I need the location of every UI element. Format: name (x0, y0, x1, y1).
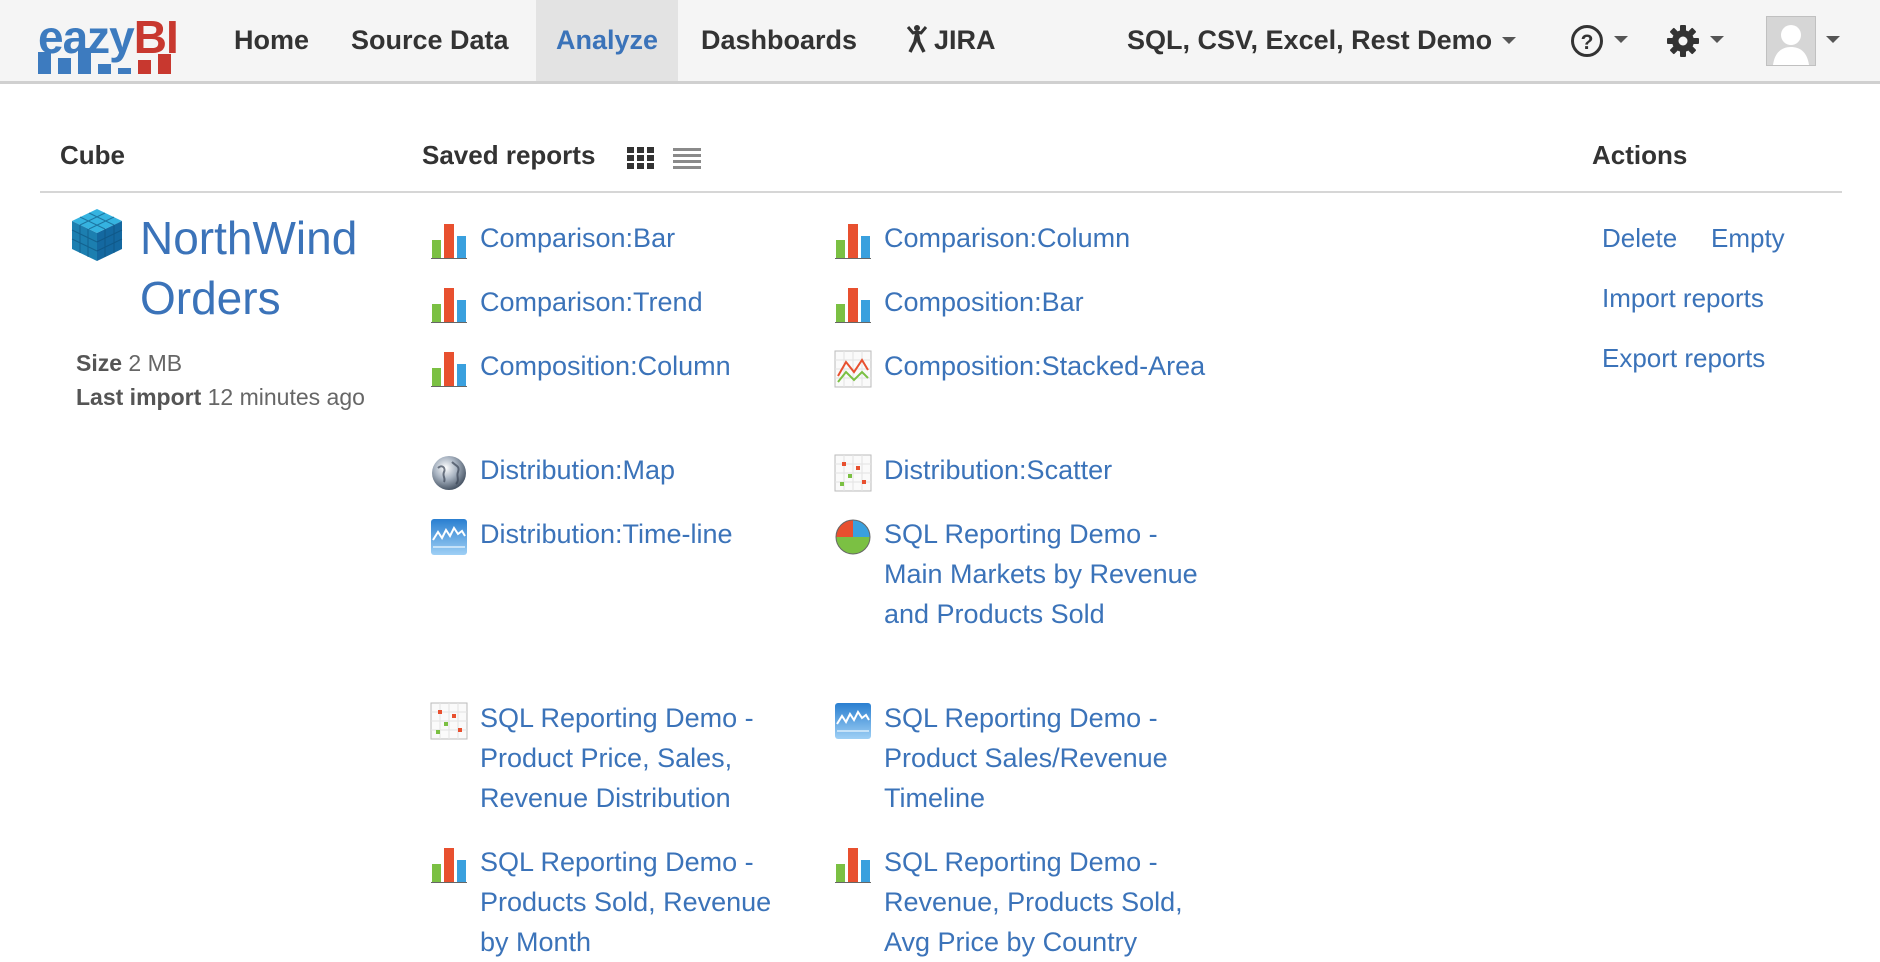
report-label: Distribution:Scatter (884, 455, 1113, 485)
export-reports-link[interactable]: Export reports (1602, 340, 1765, 376)
nav-jira[interactable]: JIRA (884, 0, 1016, 81)
bar-chart-icon (431, 224, 467, 259)
report-label: SQL Reporting Demo - Revenue, Products S… (884, 847, 1183, 957)
logo-text: eazyBI (38, 11, 179, 63)
report-label: Comparison:Trend (480, 287, 703, 317)
nav-source-data[interactable]: Source Data (331, 0, 529, 81)
avatar (1766, 15, 1816, 66)
cube-size-label: Size (76, 350, 123, 376)
scatter-chart-icon (834, 454, 872, 492)
gear-icon (1667, 24, 1699, 57)
report-label: Composition:Stacked-Area (884, 351, 1206, 381)
report-label: Comparison:Column (884, 223, 1131, 253)
report-label: SQL Reporting Demo - Main Markets by Rev… (884, 519, 1198, 629)
list-view-icon[interactable] (672, 146, 702, 170)
logo-text-part2: BI (133, 11, 179, 63)
help-menu-button[interactable]: ? (1570, 0, 1628, 81)
actions-column-header: Actions (1592, 140, 1688, 170)
cube-last-import: Last import 12 minutes ago (76, 380, 376, 414)
nav-home[interactable]: Home (214, 0, 329, 81)
settings-menu-button[interactable] (1666, 0, 1724, 81)
import-reports-link[interactable]: Import reports (1602, 280, 1764, 316)
cube-metadata: Size 2 MB Last import 12 minutes ago (76, 346, 376, 414)
jira-icon (906, 24, 928, 53)
cube-size: Size 2 MB (76, 346, 376, 380)
account-name: SQL, CSV, Excel, Rest Demo (1127, 25, 1493, 55)
avatar-icon (1773, 24, 1809, 65)
report-label: Comparison:Bar (480, 223, 676, 253)
account-selector-dropdown[interactable]: SQL, CSV, Excel, Rest Demo (1127, 0, 1517, 81)
report-label: SQL Reporting Demo - Product Sales/Reven… (884, 703, 1168, 813)
report-label: Distribution:Time-line (480, 519, 733, 549)
cube-name-line1: NorthWind (140, 212, 358, 264)
bar-chart-icon (835, 224, 871, 259)
timeline-chart-icon (431, 519, 467, 555)
top-navigation-bar: eazyBI Home Source Data Analyze Dashboar… (0, 0, 1880, 84)
report-label: SQL Reporting Demo - Products Sold, Reve… (480, 847, 772, 957)
delete-cube-link[interactable]: Delete (1602, 220, 1677, 256)
cube-name-line2: Orders (140, 272, 281, 324)
cube-last-import-label: Last import (76, 384, 202, 410)
chevron-down-icon (1710, 35, 1724, 43)
nav-dashboards[interactable]: Dashboards (681, 0, 877, 81)
bar-chart-icon (835, 848, 871, 883)
saved-reports-column-header: Saved reports (422, 140, 596, 170)
nav-analyze[interactable]: Analyze (536, 0, 678, 81)
line-chart-icon (834, 350, 872, 388)
header-divider (40, 191, 1842, 193)
svg-text:?: ? (1581, 31, 1594, 54)
report-label: Composition:Bar (884, 287, 1084, 317)
cube-icon (71, 209, 123, 261)
report-label: Composition:Column (480, 351, 731, 381)
bar-chart-icon (431, 848, 467, 883)
timeline-chart-icon (835, 703, 871, 739)
globe-icon (432, 456, 466, 490)
bar-chart-icon (431, 288, 467, 323)
nav-jira-label: JIRA (934, 25, 996, 55)
cube-column-header: Cube (60, 140, 125, 170)
scatter-chart-icon (430, 702, 468, 740)
cube-name-link[interactable]: NorthWind Orders (140, 208, 400, 328)
chevron-down-icon (1826, 35, 1840, 43)
report-label: SQL Reporting Demo - Product Price, Sale… (480, 703, 754, 813)
bar-chart-icon (835, 288, 871, 323)
cube-last-import-value: 12 minutes ago (207, 384, 365, 410)
empty-cube-link[interactable]: Empty (1711, 220, 1785, 256)
pie-chart-icon (835, 519, 871, 555)
grid-view-icon[interactable] (626, 146, 656, 170)
report-label: Distribution:Map (480, 455, 676, 485)
cube-size-value: 2 MB (128, 350, 183, 376)
eazybi-logo[interactable]: eazyBI (38, 10, 194, 82)
chevron-down-icon (1614, 35, 1628, 43)
question-circle-icon: ? (1571, 24, 1603, 57)
chevron-down-icon (1502, 36, 1517, 44)
bar-chart-icon (431, 352, 467, 387)
user-menu-button[interactable] (1766, 0, 1840, 81)
